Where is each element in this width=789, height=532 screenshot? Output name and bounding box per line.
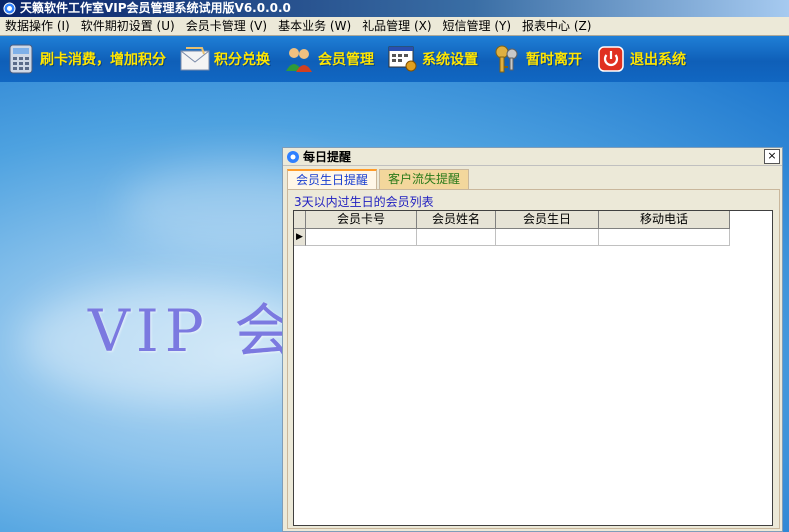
calculator-icon (6, 44, 36, 74)
daily-reminder-dialog: 每日提醒 × 会员生日提醒 客户流失提醒 3天以内过生日的会员列表 会员卡号 会… (282, 147, 783, 532)
toolbar: 刷卡消费，增加积分 积分兑换 会员管理 系统设置 暂时离开 退出系统 (0, 36, 789, 82)
cell-member-birthday[interactable] (496, 229, 599, 246)
system-settings-label: 系统设置 (422, 52, 478, 68)
column-card-number[interactable]: 会员卡号 (306, 211, 417, 229)
app-icon (3, 2, 16, 15)
window-title: 天籁软件工作室VIP会员管理系统试用版V6.0.0.0 (20, 1, 291, 15)
reminder-tabs: 会员生日提醒 客户流失提醒 (287, 169, 470, 189)
member-management-button[interactable]: 会员管理 (284, 39, 374, 79)
users-icon (284, 44, 314, 74)
cell-card-number[interactable] (306, 229, 417, 246)
member-management-label: 会员管理 (318, 52, 374, 68)
birthday-reminder-panel: 3天以内过生日的会员列表 会员卡号 会员姓名 会员生日 移动电话 ▶ (287, 189, 780, 529)
cell-mobile-phone[interactable] (599, 229, 730, 246)
window-title-bar[interactable]: 天籁软件工作室VIP会员管理系统试用版V6.0.0.0 (0, 0, 789, 17)
swipe-card-button[interactable]: 刷卡消费，增加积分 (6, 39, 166, 79)
menu-data-operations[interactable]: 数据操作 (I) (0, 17, 76, 36)
points-exchange-button[interactable]: 积分兑换 (180, 39, 270, 79)
menu-initial-settings[interactable]: 软件期初设置 (U) (76, 17, 181, 36)
dialog-title: 每日提醒 (303, 150, 352, 164)
dialog-title-bar[interactable]: 每日提醒 (283, 148, 782, 166)
table-row[interactable]: ▶ (294, 229, 772, 246)
group-label: 3天以内过生日的会员列表 (292, 193, 436, 210)
menu-bar: 数据操作 (I) 软件期初设置 (U) 会员卡管理 (V) 基本业务 (W) 礼… (0, 17, 789, 36)
dialog-app-icon (287, 150, 299, 163)
close-button[interactable]: × (764, 149, 780, 164)
close-icon: × (767, 149, 777, 162)
members-grid[interactable]: 会员卡号 会员姓名 会员生日 移动电话 ▶ (293, 210, 773, 526)
header-corner (294, 211, 306, 229)
cell-member-name[interactable] (417, 229, 496, 246)
exit-system-button[interactable]: 退出系统 (596, 39, 686, 79)
column-mobile-phone[interactable]: 移动电话 (599, 211, 730, 229)
swipe-card-label: 刷卡消费，增加积分 (40, 52, 166, 68)
tab-customer-churn-reminder[interactable]: 客户流失提醒 (379, 169, 470, 189)
menu-gift-management[interactable]: 礼品管理 (X) (357, 17, 437, 36)
grid-header: 会员卡号 会员姓名 会员生日 移动电话 (294, 211, 772, 229)
background-watermark-text: VIP 会 (88, 297, 299, 365)
settings-window-icon (388, 44, 418, 74)
row-indicator-icon: ▶ (294, 229, 306, 246)
menu-card-management[interactable]: 会员卡管理 (V) (181, 17, 273, 36)
tab-birthday-reminder[interactable]: 会员生日提醒 (287, 169, 378, 189)
system-settings-button[interactable]: 系统设置 (388, 39, 478, 79)
keys-icon (492, 44, 522, 74)
power-icon (596, 44, 626, 74)
points-exchange-label: 积分兑换 (214, 52, 270, 68)
column-member-birthday[interactable]: 会员生日 (496, 211, 599, 229)
menu-report-center[interactable]: 报表中心 (Z) (517, 17, 597, 36)
envelope-icon (180, 44, 210, 74)
column-member-name[interactable]: 会员姓名 (417, 211, 496, 229)
menu-basic-business[interactable]: 基本业务 (W) (273, 17, 357, 36)
temporary-leave-label: 暂时离开 (526, 52, 582, 68)
exit-system-label: 退出系统 (630, 52, 686, 68)
menu-sms-management[interactable]: 短信管理 (Y) (438, 17, 518, 36)
temporary-leave-button[interactable]: 暂时离开 (492, 39, 582, 79)
